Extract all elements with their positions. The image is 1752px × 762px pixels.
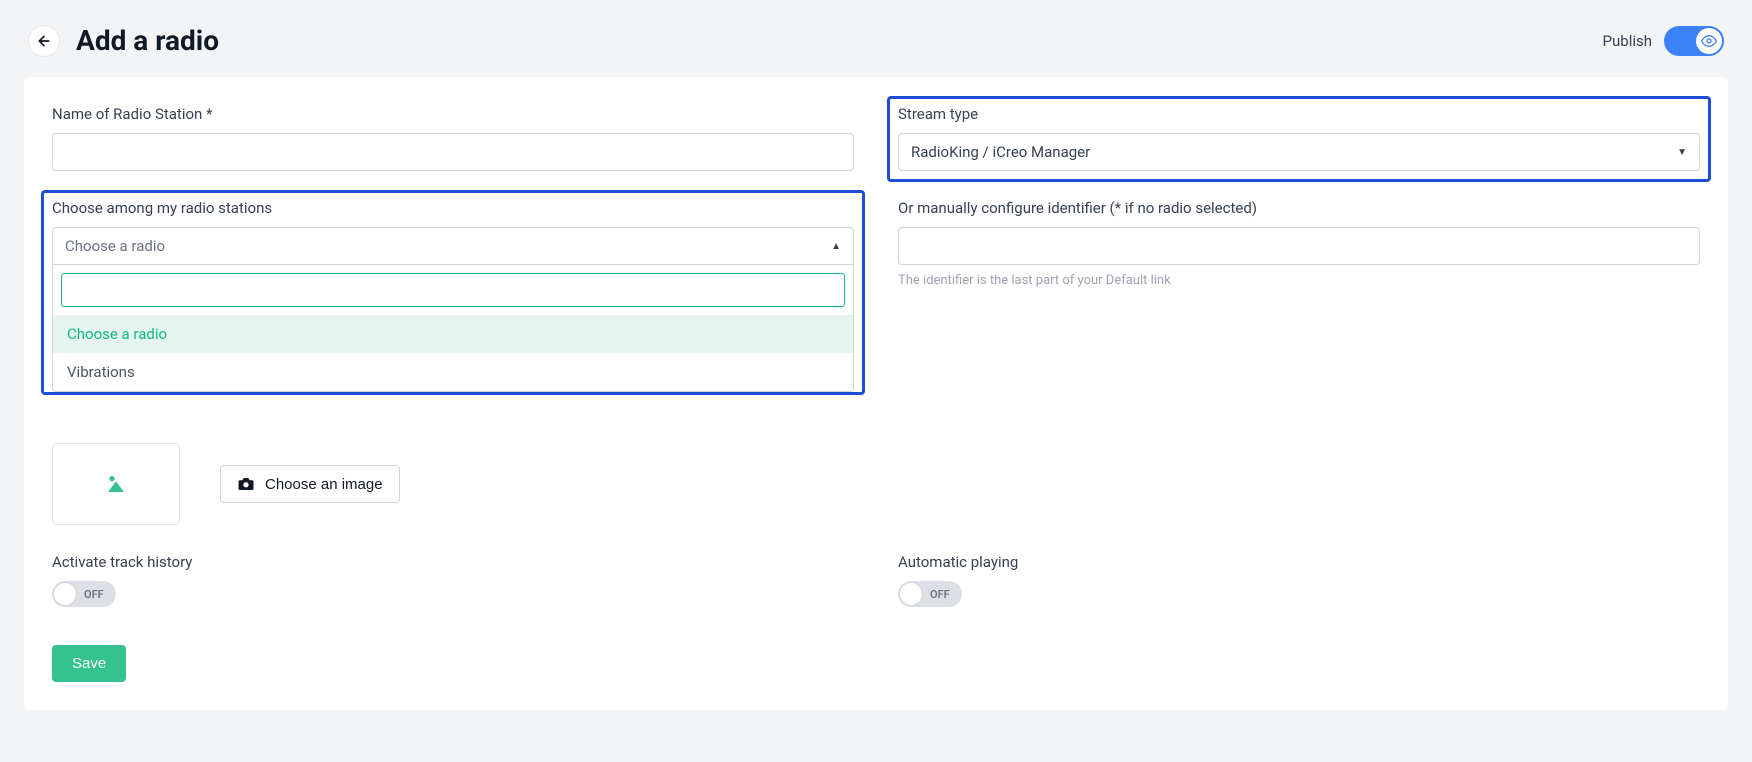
- track-history-knob: [53, 582, 77, 606]
- track-history-label: Activate track history: [52, 553, 854, 571]
- choose-image-label: Choose an image: [265, 476, 383, 493]
- camera-icon: [237, 475, 255, 493]
- auto-playing-value: OFF: [930, 588, 950, 601]
- name-input[interactable]: [52, 133, 854, 171]
- identifier-helper: The identifier is the last part of your …: [898, 273, 1700, 288]
- back-button[interactable]: [28, 25, 60, 57]
- eye-icon: [1701, 33, 1717, 49]
- publish-toggle[interactable]: [1664, 26, 1724, 56]
- dropdown-option-choose[interactable]: Choose a radio: [53, 315, 853, 353]
- publish-toggle-knob: [1696, 28, 1722, 54]
- auto-playing-label: Automatic playing: [898, 553, 1700, 571]
- dropdown-option-vibrations[interactable]: Vibrations: [53, 353, 853, 391]
- identifier-label: Or manually configure identifier (* if n…: [898, 199, 1700, 217]
- choose-station-select[interactable]: Choose a radio ▲: [52, 227, 854, 265]
- choose-station-dropdown: Choose a radio Vibrations: [52, 265, 854, 392]
- name-label: Name of Radio Station *: [52, 105, 854, 123]
- identifier-input[interactable]: [898, 227, 1700, 265]
- auto-playing-toggle[interactable]: OFF: [898, 581, 962, 607]
- stream-type-value: RadioKing / iCreo Manager: [911, 143, 1090, 161]
- auto-playing-knob: [899, 582, 923, 606]
- caret-down-icon: ▼: [1677, 147, 1687, 158]
- choose-station-label: Choose among my radio stations: [52, 199, 854, 217]
- track-history-value: OFF: [84, 588, 104, 601]
- choose-station-placeholder: Choose a radio: [65, 237, 165, 255]
- choose-image-button[interactable]: Choose an image: [220, 465, 400, 503]
- arrow-left-icon: [36, 33, 52, 49]
- save-button[interactable]: Save: [52, 645, 126, 682]
- page-title: Add a radio: [76, 24, 219, 57]
- image-icon: [100, 468, 132, 500]
- track-history-toggle[interactable]: OFF: [52, 581, 116, 607]
- publish-label: Publish: [1603, 32, 1652, 50]
- caret-up-icon: ▲: [831, 241, 841, 252]
- stream-type-select[interactable]: RadioKing / iCreo Manager ▼: [898, 133, 1700, 171]
- stream-type-label: Stream type: [898, 105, 1700, 123]
- dropdown-search-input[interactable]: [61, 273, 845, 307]
- image-placeholder: [52, 443, 180, 525]
